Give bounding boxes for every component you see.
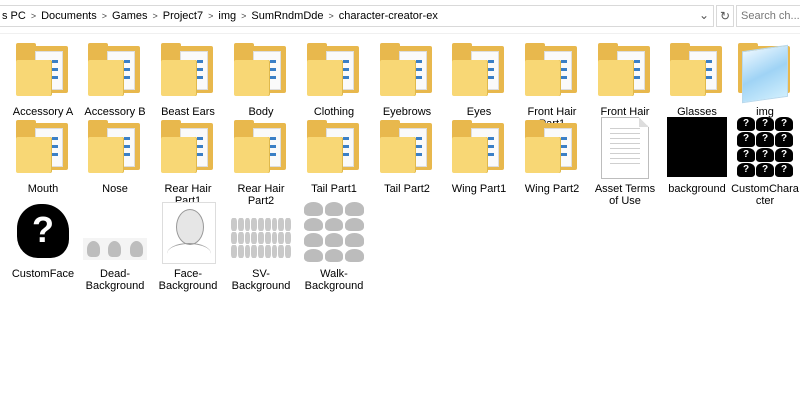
folder-item[interactable]: Mouth — [8, 117, 78, 195]
item-label: background — [668, 183, 726, 195]
image-item[interactable]: background — [662, 117, 732, 195]
folder-item[interactable]: img — [730, 40, 800, 118]
search-input[interactable]: Search ch... — [736, 5, 800, 27]
breadcrumb-sumrndmdde[interactable]: SumRndmDde — [251, 6, 323, 26]
image-folder-icon — [733, 40, 797, 104]
folder-icon — [375, 117, 439, 181]
question-sprites-thumbnail: ???????????? — [733, 117, 797, 181]
black-image-thumbnail — [665, 117, 729, 181]
mannequin-face-thumbnail — [156, 202, 220, 266]
folder-item[interactable]: Wing Part1 — [444, 117, 514, 195]
address-dropdown-icon[interactable]: ⌄ — [697, 5, 711, 27]
item-label: Tail Part2 — [384, 183, 430, 195]
folder-item[interactable]: Rear Hair Part1 — [153, 117, 223, 207]
sv-sprites-thumbnail — [229, 202, 293, 266]
refresh-icon[interactable]: ↻ — [716, 5, 734, 27]
image-item[interactable]: Walk-Background — [299, 202, 369, 292]
folder-icon — [593, 40, 657, 104]
breadcrumb-img[interactable]: img — [218, 6, 236, 26]
folder-item[interactable]: Eyebrows — [372, 40, 442, 118]
folder-item[interactable]: Clothing — [299, 40, 369, 118]
folder-icon — [11, 40, 75, 104]
item-label: Face-Background — [158, 268, 218, 292]
folder-icon — [447, 40, 511, 104]
breadcrumb-documents[interactable]: Documents — [41, 6, 97, 26]
folder-item[interactable]: Accessory A — [8, 40, 78, 118]
folder-item[interactable]: Rear Hair Part2 — [226, 117, 296, 207]
item-label: Tail Part1 — [311, 183, 357, 195]
breadcrumb-this-pc[interactable]: s PC — [2, 6, 26, 26]
dead-sprites-thumbnail — [83, 202, 147, 266]
folder-icon — [665, 40, 729, 104]
item-label: Nose — [102, 183, 128, 195]
folder-item[interactable]: Accessory B — [80, 40, 150, 118]
document-item[interactable]: Asset Terms of Use — [590, 117, 660, 207]
folder-icon — [156, 117, 220, 181]
folder-item[interactable]: Tail Part2 — [372, 117, 442, 195]
item-label: Walk-Background — [304, 268, 364, 292]
breadcrumb-project7[interactable]: Project7 — [163, 6, 203, 26]
folder-item[interactable]: Glasses — [662, 40, 732, 118]
walk-sprites-thumbnail — [302, 202, 366, 266]
folder-icon — [156, 40, 220, 104]
folder-icon — [11, 117, 75, 181]
folder-item[interactable]: Body — [226, 40, 296, 118]
item-label: Dead-Background — [85, 268, 145, 292]
folder-icon — [83, 40, 147, 104]
image-item[interactable]: ? CustomFace — [8, 202, 78, 280]
folder-icon — [229, 40, 293, 104]
folder-icon — [83, 117, 147, 181]
breadcrumb-separator-icon[interactable]: > — [31, 6, 36, 26]
folder-item[interactable]: Beast Ears — [153, 40, 223, 118]
folder-icon — [302, 40, 366, 104]
folder-item[interactable]: Nose — [80, 117, 150, 195]
folder-icon — [520, 117, 584, 181]
question-face-thumbnail: ? — [11, 202, 75, 266]
breadcrumb-separator-icon[interactable]: > — [241, 6, 246, 26]
breadcrumb-character-creator-ex[interactable]: character-creator-ex — [339, 6, 438, 26]
item-label: CustomCharacter — [731, 183, 799, 207]
address-bar[interactable]: s PC > Documents > Games > Project7 > img > SumRnd… — [0, 5, 714, 27]
breadcrumb-separator-icon[interactable]: > — [208, 6, 213, 26]
breadcrumb: s PC > Documents > Games > Project7 > img > SumRnd… — [2, 6, 438, 26]
folder-icon — [375, 40, 439, 104]
folder-item[interactable]: Wing Part2 — [517, 117, 587, 195]
item-label: Asset Terms of Use — [594, 183, 656, 207]
folder-item[interactable]: Eyes — [444, 40, 514, 118]
breadcrumb-separator-icon[interactable]: > — [102, 6, 107, 26]
item-label: Wing Part1 — [451, 183, 507, 195]
image-item[interactable]: SV-Background — [226, 202, 296, 292]
breadcrumb-separator-icon[interactable]: > — [152, 6, 157, 26]
image-item[interactable]: Face-Background — [153, 202, 223, 292]
breadcrumb-games[interactable]: Games — [112, 6, 147, 26]
image-item[interactable]: Dead-Background — [80, 202, 150, 292]
folder-item[interactable]: Tail Part1 — [299, 117, 369, 195]
folder-icon — [520, 40, 584, 104]
address-toolbar: s PC > Documents > Games > Project7 > img > SumRnd… — [0, 0, 800, 34]
breadcrumb-separator-icon[interactable]: > — [329, 6, 334, 26]
image-item[interactable]: ???????????? CustomCharacter — [730, 117, 800, 207]
folder-icon — [447, 117, 511, 181]
item-label: Mouth — [27, 183, 59, 195]
item-label: CustomFace — [11, 268, 75, 280]
folder-icon — [229, 117, 293, 181]
folder-icon — [302, 117, 366, 181]
text-document-icon — [593, 117, 657, 181]
item-label: Wing Part2 — [524, 183, 580, 195]
item-label: SV-Background — [231, 268, 291, 292]
